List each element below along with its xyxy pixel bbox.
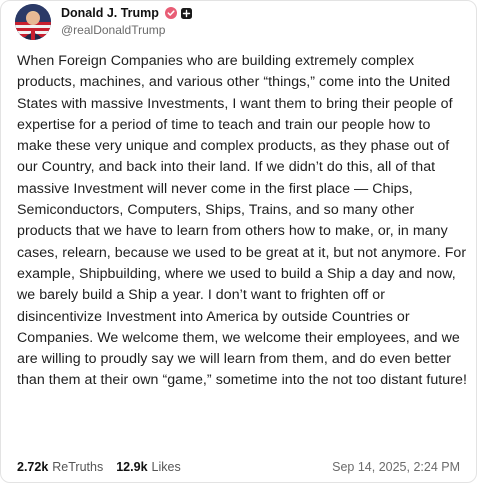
display-name[interactable]: Donald J. Trump — [61, 6, 159, 20]
avatar[interactable] — [15, 4, 51, 40]
post-card: Donald J. Trump @realDonaldTrump When Fo… — [0, 0, 477, 483]
post-text: When Foreign Companies who are building … — [17, 53, 467, 389]
likes-label: Likes — [151, 460, 181, 474]
retruths-stat[interactable]: 2.72k ReTruths — [17, 460, 103, 474]
name-row: Donald J. Trump — [61, 5, 192, 21]
post-timestamp[interactable]: Sep 14, 2025, 2:24 PM — [332, 460, 460, 474]
retruths-label: ReTruths — [52, 460, 104, 474]
likes-stat[interactable]: 12.9k Likes — [116, 460, 180, 474]
verified-badge-icon — [164, 7, 177, 19]
post-stats: 2.72k ReTruths 12.9k Likes — [17, 460, 181, 474]
likes-count: 12.9k — [116, 460, 148, 474]
user-handle[interactable]: @realDonaldTrump — [61, 23, 165, 37]
retruths-count: 2.72k — [17, 460, 49, 474]
account-badge-icon — [180, 7, 192, 19]
